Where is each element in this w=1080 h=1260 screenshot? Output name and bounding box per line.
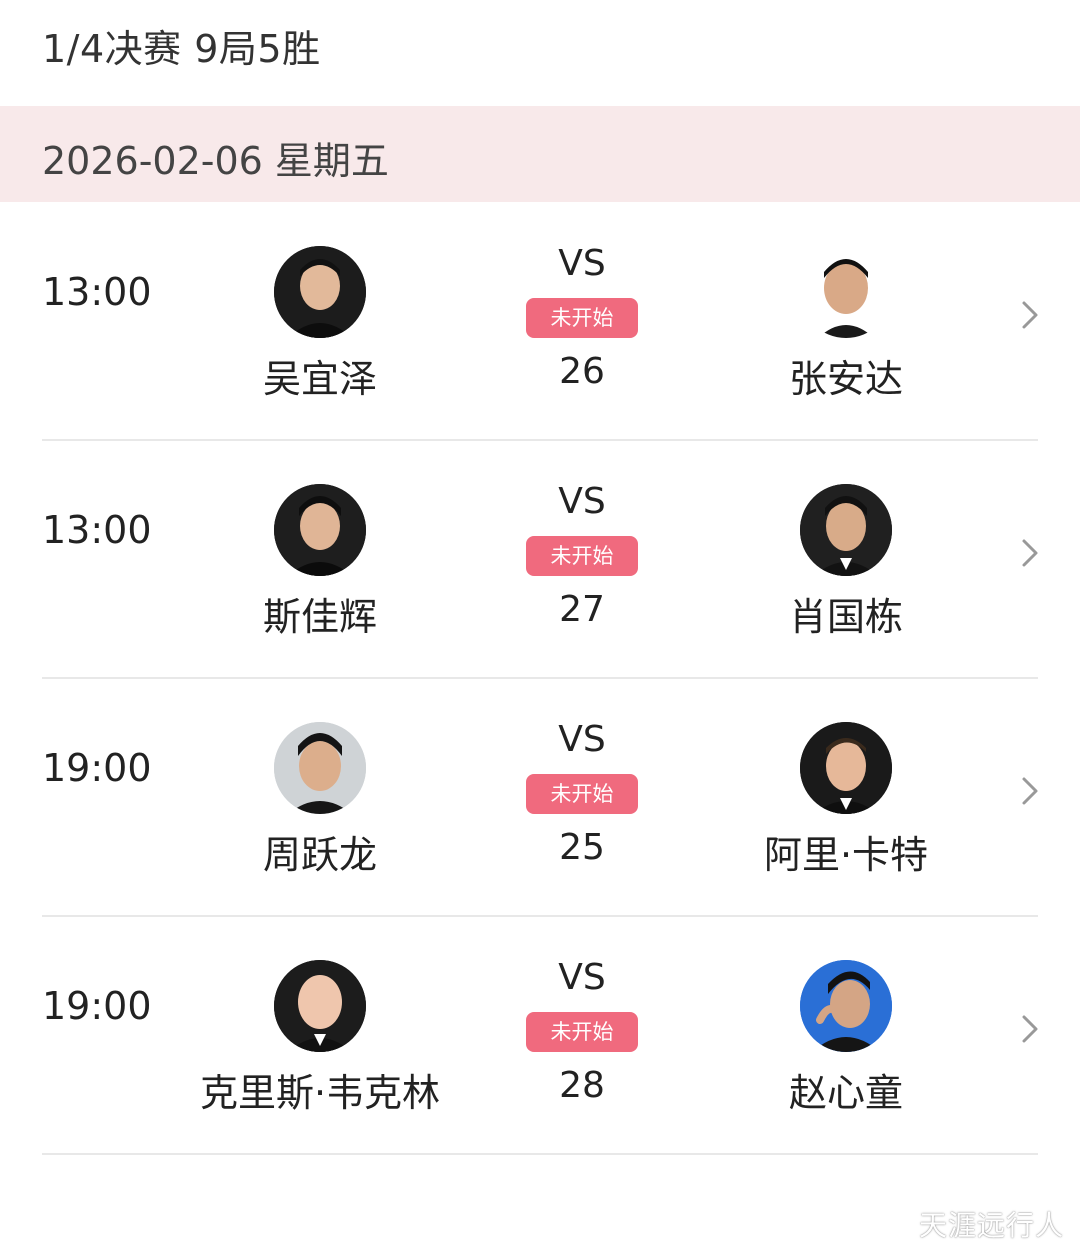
player-avatar-photo	[274, 246, 366, 338]
match-row[interactable]: 13:00 吴宜泽 VS 未开始 26 张安达	[0, 202, 1080, 441]
away-player[interactable]: 肖国栋	[696, 484, 996, 641]
divider	[42, 1153, 1038, 1155]
player-name: 周跃龙	[262, 833, 377, 877]
chevron-right-icon[interactable]	[1018, 536, 1042, 570]
player-name: 张安达	[788, 357, 903, 401]
chevron-right-icon[interactable]	[1018, 774, 1042, 808]
status-badge: 未开始	[526, 774, 638, 814]
player-name: 克里斯·韦克林	[199, 1071, 441, 1115]
vs-label: VS	[558, 243, 606, 284]
status-badge: 未开始	[526, 1012, 638, 1052]
chevron-right-icon[interactable]	[1018, 298, 1042, 332]
match-row[interactable]: 19:00 周跃龙 VS 未开始 25 阿里·卡特	[0, 678, 1080, 917]
match-center: VS 未开始 25	[482, 718, 682, 870]
home-player[interactable]: 吴宜泽	[170, 246, 470, 403]
player-avatar-photo	[800, 960, 892, 1052]
home-player[interactable]: 斯佳辉	[170, 484, 470, 641]
away-player[interactable]: 张安达	[696, 246, 996, 403]
player-avatar-photo	[800, 722, 892, 814]
match-number: 25	[559, 827, 605, 868]
match-number: 28	[559, 1065, 605, 1106]
match-time: 13:00	[42, 270, 152, 314]
match-row[interactable]: 19:00 克里斯·韦克林 VS 未开始 28 赵心童	[0, 916, 1080, 1155]
home-player[interactable]: 周跃龙	[170, 722, 470, 879]
player-name: 赵心童	[788, 1071, 903, 1115]
round-title: 1/4决赛 9局5胜	[42, 27, 321, 71]
match-time: 19:00	[42, 984, 152, 1028]
date-band: 2026-02-06 星期五	[0, 106, 1080, 202]
date-label: 2026-02-06 星期五	[42, 139, 389, 183]
vs-label: VS	[558, 957, 606, 998]
match-center: VS 未开始 27	[482, 480, 682, 632]
vs-label: VS	[558, 481, 606, 522]
away-player[interactable]: 阿里·卡特	[696, 722, 996, 879]
player-avatar-photo	[800, 484, 892, 576]
match-time: 13:00	[42, 508, 152, 552]
player-avatar-photo	[800, 246, 892, 338]
status-badge: 未开始	[526, 536, 638, 576]
match-center: VS 未开始 26	[482, 242, 682, 394]
status-badge: 未开始	[526, 298, 638, 338]
match-time: 19:00	[42, 746, 152, 790]
player-avatar-photo	[274, 960, 366, 1052]
chevron-right-icon[interactable]	[1018, 1012, 1042, 1046]
match-number: 27	[559, 589, 605, 630]
match-center: VS 未开始 28	[482, 956, 682, 1108]
player-name: 肖国栋	[788, 595, 903, 639]
home-player[interactable]: 克里斯·韦克林	[170, 960, 470, 1117]
player-avatar-photo	[274, 722, 366, 814]
player-name: 斯佳辉	[262, 595, 377, 639]
player-avatar-photo	[274, 484, 366, 576]
away-player[interactable]: 赵心童	[696, 960, 996, 1117]
match-number: 26	[559, 351, 605, 392]
vs-label: VS	[558, 719, 606, 760]
watermark: 天涯远行人	[918, 1209, 1064, 1242]
match-row[interactable]: 13:00 斯佳辉 VS 未开始 27 肖国栋	[0, 440, 1080, 679]
player-name: 阿里·卡特	[763, 833, 929, 877]
schedule-page: 1/4决赛 9局5胜 2026-02-06 星期五 13:00 吴宜泽 VS 未…	[0, 0, 1080, 1260]
player-name: 吴宜泽	[262, 357, 377, 401]
